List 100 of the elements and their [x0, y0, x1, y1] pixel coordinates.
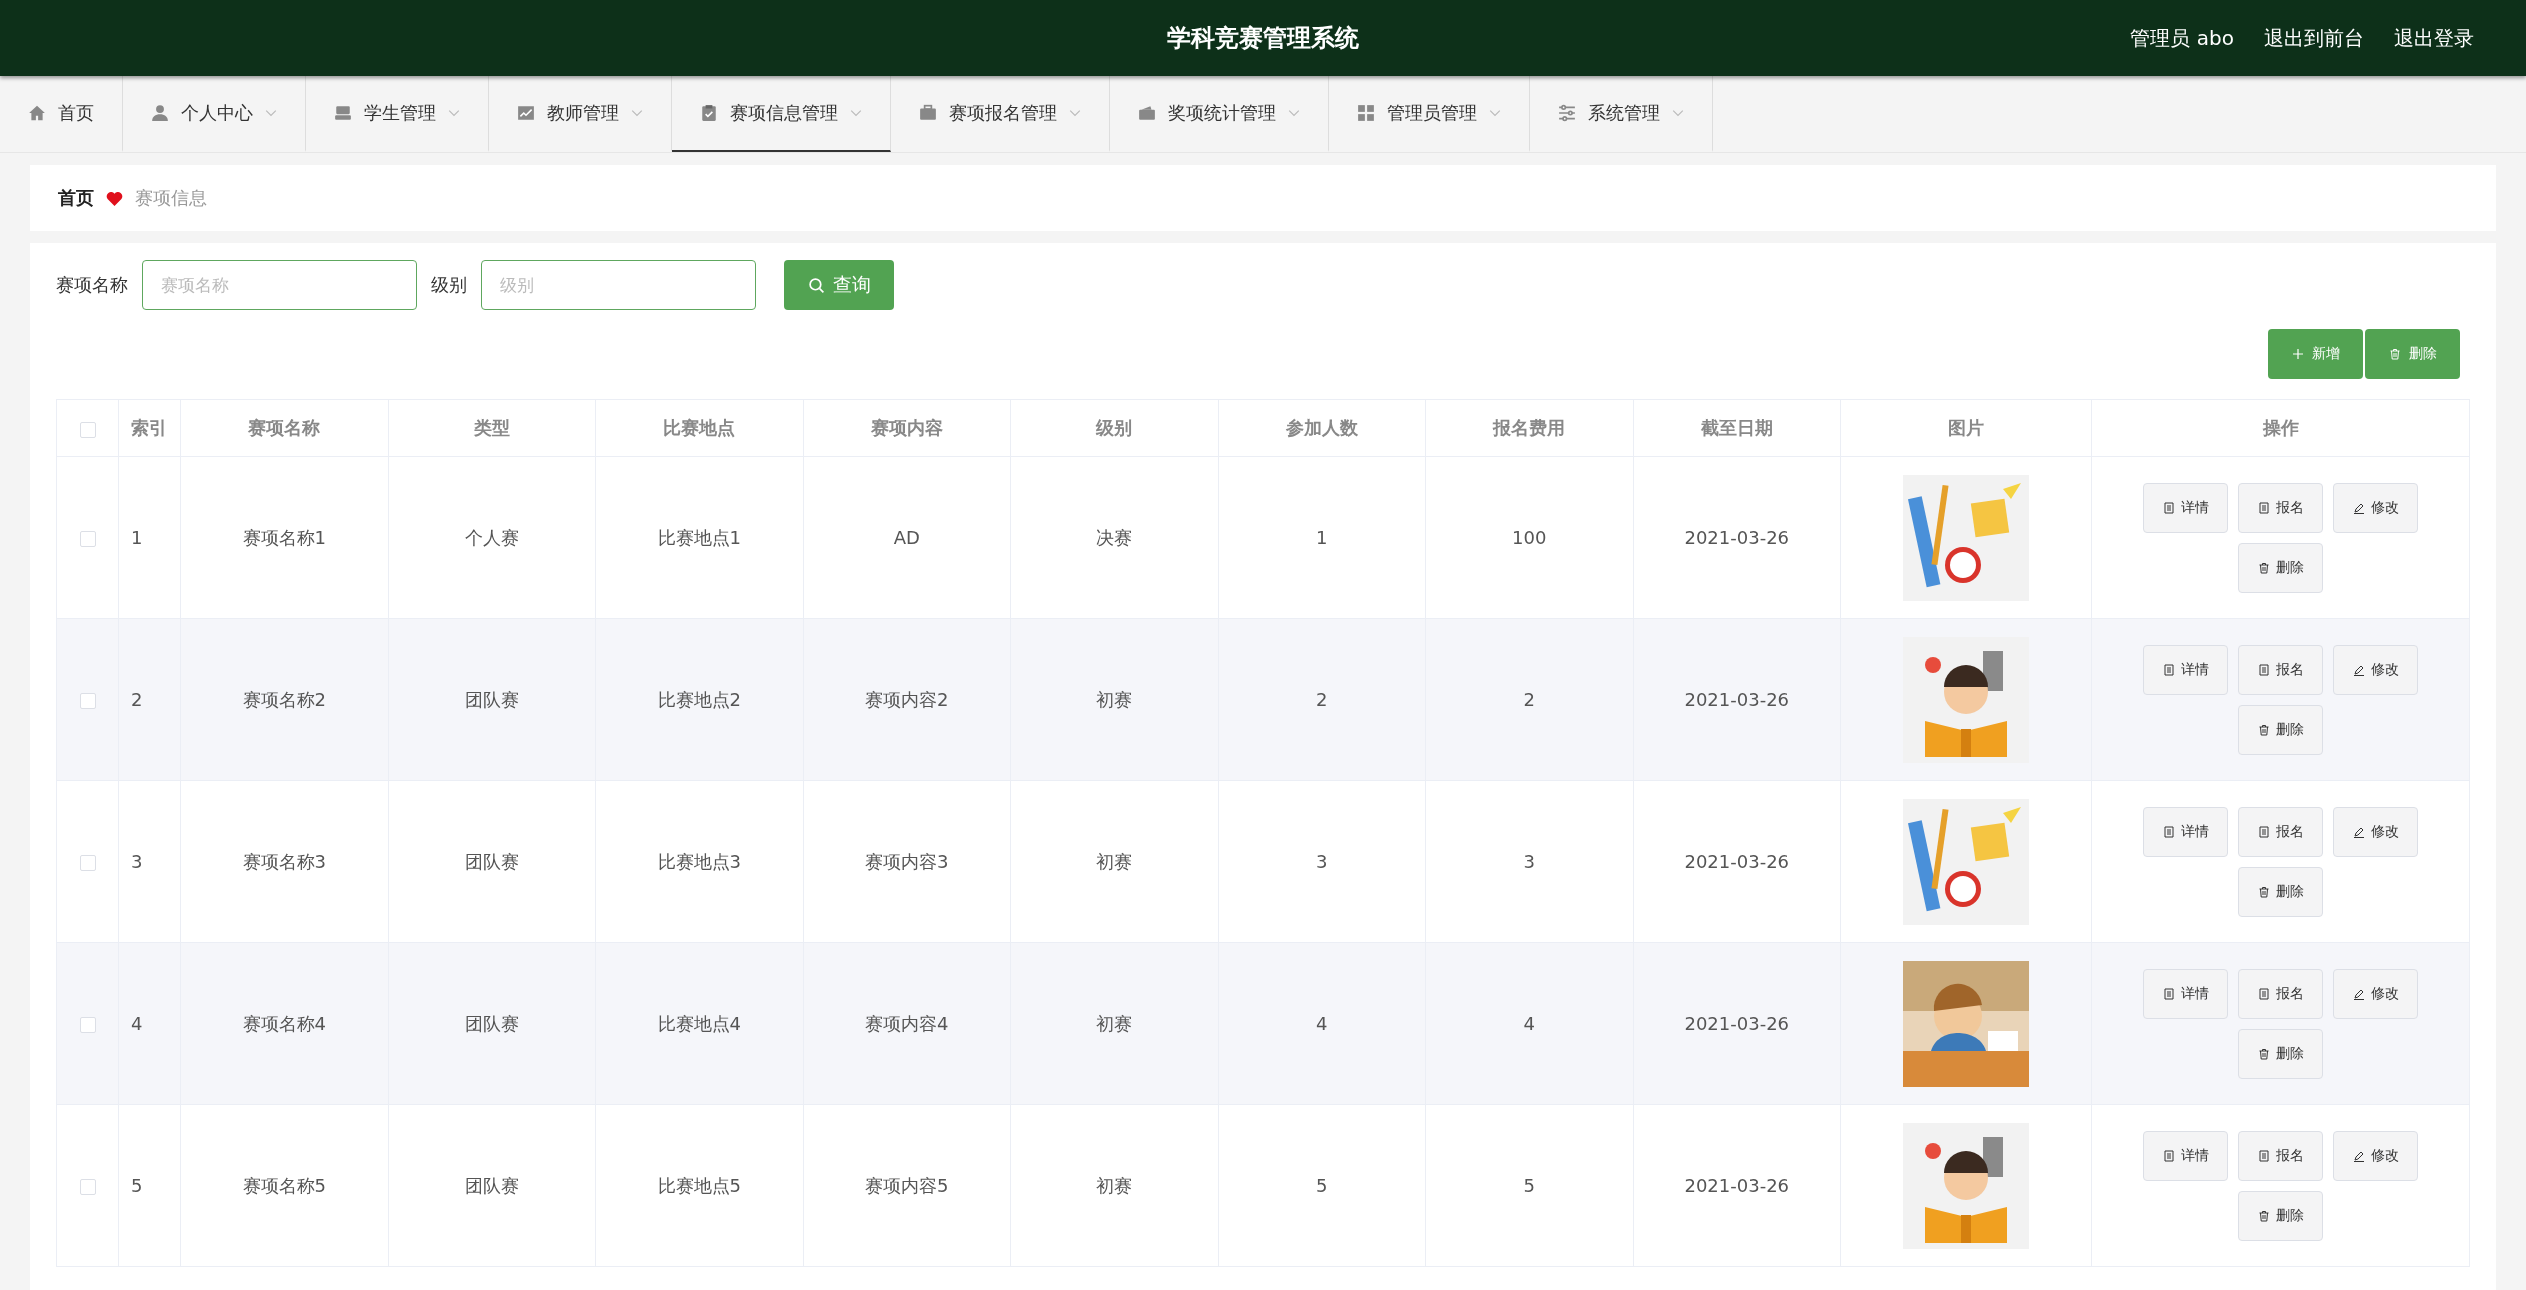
- breadcrumb-item[interactable]: 首页: [58, 186, 94, 210]
- delete-button[interactable]: 删除: [2238, 1190, 2323, 1241]
- edit-button[interactable]: 修改: [2333, 482, 2418, 533]
- app-title: 学科竞赛管理系统: [1167, 23, 1359, 54]
- signup-button[interactable]: 报名: [2238, 806, 2323, 857]
- plus-icon: [2291, 348, 2304, 360]
- table-cell: 赛项名称2: [242, 688, 326, 710]
- column-header: 赛项内容: [870, 417, 943, 438]
- caret-icon: [265, 109, 277, 117]
- trash-icon: [2257, 561, 2270, 574]
- row-checkbox[interactable]: [79, 693, 96, 709]
- detail-button[interactable]: 详情: [2143, 1130, 2228, 1181]
- column-header: 比赛地点: [663, 417, 736, 438]
- header-link[interactable]: 退出登录: [2394, 24, 2474, 52]
- table-cell: 比赛地点3: [657, 850, 741, 872]
- nav-tab[interactable]: 系统管理: [1530, 76, 1713, 152]
- trash-icon: [2257, 1209, 2270, 1222]
- row-checkbox[interactable]: [79, 531, 96, 547]
- nav-tab[interactable]: 管理员管理: [1329, 76, 1530, 152]
- row-checkbox[interactable]: [79, 1017, 96, 1033]
- table-cell: 2: [131, 689, 143, 710]
- pencil-icon: [2352, 825, 2365, 838]
- nav-tab[interactable]: 赛项报名管理: [891, 76, 1110, 152]
- signup-button[interactable]: 报名: [2238, 1130, 2323, 1181]
- table-cell: 3: [1316, 851, 1328, 872]
- delete-button[interactable]: 删除: [2238, 704, 2323, 755]
- caret-icon: [1069, 109, 1081, 117]
- table-cell: 5: [1316, 1175, 1328, 1196]
- nav-tab[interactable]: 学生管理: [306, 76, 489, 152]
- nav-tab[interactable]: 教师管理: [489, 76, 672, 152]
- table-cell: 赛项内容4: [865, 1012, 949, 1034]
- column-header: 操作: [2262, 417, 2299, 438]
- nav-tab[interactable]: 赛项信息管理: [672, 76, 891, 152]
- nav-tab[interactable]: 奖项统计管理: [1110, 76, 1329, 152]
- column-header: 赛项名称: [248, 417, 321, 438]
- pencil-icon: [2352, 501, 2365, 514]
- table-cell: AD: [893, 527, 920, 548]
- table-cell: 100: [1512, 527, 1547, 548]
- table-cell: 比赛地点1: [657, 526, 741, 548]
- detail-button[interactable]: 详情: [2143, 968, 2228, 1019]
- document-icon: [2162, 663, 2175, 676]
- table-cell: 3: [1523, 851, 1535, 872]
- document-icon: [2162, 501, 2175, 514]
- signup-button[interactable]: 报名: [2238, 644, 2323, 695]
- table-cell: 赛项名称3: [242, 850, 326, 872]
- table-cell: 2021-03-26: [1684, 527, 1790, 548]
- pencil-icon: [2352, 663, 2365, 676]
- caret-icon: [448, 109, 460, 117]
- field-label: 赛项名称: [56, 273, 128, 297]
- detail-button[interactable]: 详情: [2143, 482, 2228, 533]
- caret-icon: [1672, 109, 1684, 117]
- select-all-checkbox[interactable]: [79, 421, 96, 438]
- search-field[interactable]: 级别: [481, 260, 756, 310]
- trash-icon: [2257, 1047, 2270, 1060]
- edit-button[interactable]: 修改: [2333, 1130, 2418, 1181]
- table-cell: 初赛: [1096, 688, 1133, 710]
- edit-button[interactable]: 修改: [2333, 644, 2418, 695]
- table-cell: 3: [131, 851, 143, 872]
- sliders-icon: [1558, 104, 1576, 122]
- heart-icon: [106, 190, 123, 206]
- search-field[interactable]: 赛项名称: [142, 260, 417, 310]
- table-cell: 赛项名称5: [242, 1174, 326, 1196]
- document-icon: [2257, 1149, 2270, 1162]
- clip-icon: [700, 104, 718, 122]
- table-cell: 赛项名称1: [242, 526, 326, 548]
- wallet-icon: [1138, 104, 1156, 122]
- document-icon: [2162, 825, 2175, 838]
- delete-button[interactable]: 删除: [2238, 1028, 2323, 1079]
- signup-button[interactable]: 报名: [2238, 968, 2323, 1019]
- nav-tab[interactable]: 个人中心: [123, 76, 306, 152]
- document-icon: [2257, 501, 2270, 514]
- box-icon: [334, 104, 352, 122]
- edit-button[interactable]: 修改: [2333, 806, 2418, 857]
- detail-button[interactable]: 详情: [2143, 644, 2228, 695]
- breadcrumb-item: 赛项信息: [135, 186, 207, 210]
- column-header: 图片: [1948, 417, 1984, 438]
- table-cell: 团队赛: [464, 1174, 519, 1196]
- table-cell: 2021-03-26: [1684, 1175, 1790, 1196]
- row-checkbox[interactable]: [79, 1179, 96, 1195]
- table-cell: 初赛: [1096, 1174, 1133, 1196]
- caret-icon: [850, 109, 862, 117]
- row-checkbox[interactable]: [79, 855, 96, 871]
- column-header: 类型: [473, 417, 510, 438]
- grid-icon: [1357, 104, 1375, 122]
- document-icon: [2257, 987, 2270, 1000]
- nav-tab[interactable]: 首页: [0, 76, 123, 152]
- delete-button[interactable]: 删除: [2238, 542, 2323, 593]
- column-header: 截至日期: [1700, 417, 1773, 438]
- chart-icon: [517, 104, 535, 122]
- table-cell: 赛项内容2: [865, 688, 949, 710]
- detail-button[interactable]: 详情: [2143, 806, 2228, 857]
- table-cell: 4: [1523, 1013, 1535, 1034]
- signup-button[interactable]: 报名: [2238, 482, 2323, 533]
- header-link[interactable]: 管理员 abo: [2130, 24, 2234, 52]
- table-cell: 赛项内容5: [865, 1174, 949, 1196]
- delete-button[interactable]: 删除: [2238, 866, 2323, 917]
- home-icon: [28, 104, 46, 122]
- table-cell: 个人赛: [464, 526, 519, 548]
- header-link[interactable]: 退出到前台: [2264, 24, 2364, 52]
- edit-button[interactable]: 修改: [2333, 968, 2418, 1019]
